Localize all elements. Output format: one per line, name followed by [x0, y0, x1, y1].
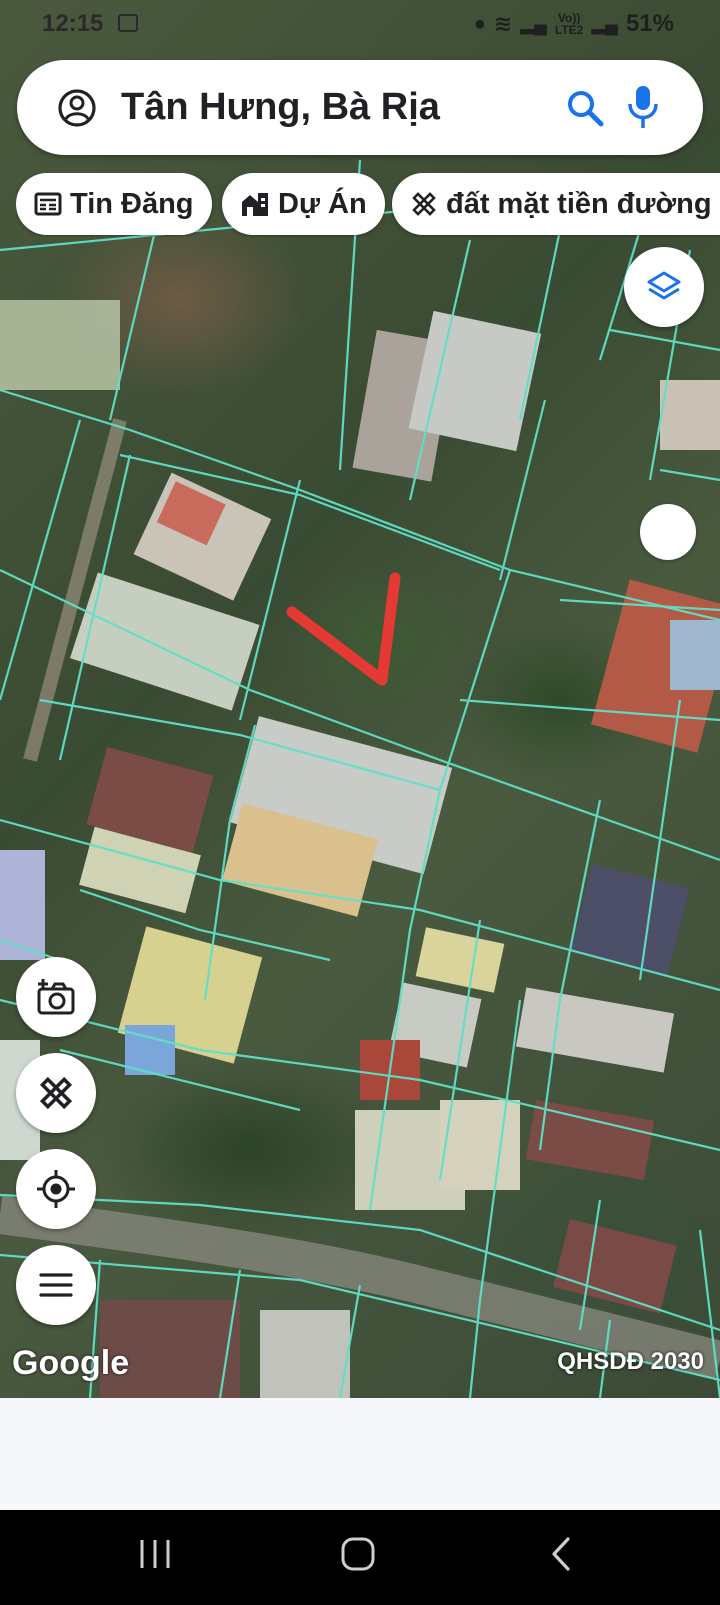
- ruler-pencil-icon: [39, 1076, 73, 1110]
- home-icon[interactable]: [338, 1534, 378, 1574]
- chip-label: Dự Án: [278, 187, 367, 220]
- chip-tin-dang[interactable]: Tin Đăng: [16, 173, 212, 235]
- wifi-icon: ≋: [493, 11, 513, 36]
- chip-dat-mat-tien[interactable]: đất mặt tiền đường s: [392, 173, 720, 235]
- search-icon[interactable]: [565, 88, 605, 128]
- status-bar: 12:15 ● ≋ ▂▄ Vo)) LTE2 ▂▄ 51%: [0, 0, 720, 48]
- ruler-pencil-icon: [412, 192, 436, 216]
- signal-icon-2: ▂▄: [591, 13, 618, 34]
- my-location-icon: [37, 1170, 75, 1208]
- account-icon[interactable]: [57, 88, 97, 128]
- bottom-panel: [0, 1398, 720, 1510]
- newspaper-icon: [34, 192, 62, 216]
- search-query[interactable]: Tân Hưng, Bà Rịa: [121, 86, 440, 129]
- google-attribution: Google: [12, 1344, 130, 1382]
- buildings-icon: [242, 193, 268, 216]
- check-mark-annotation: [286, 572, 401, 686]
- measure-button[interactable]: [16, 1053, 96, 1133]
- status-indicators: ● ≋ ▂▄ Vo)) LTE2 ▂▄ 51%: [474, 10, 674, 38]
- camera-add-button[interactable]: [16, 957, 96, 1037]
- system-navigation-bar: [0, 1510, 720, 1605]
- chip-label: Tin Đăng: [70, 187, 194, 220]
- filter-chips: Tin Đăng Dự Án đất mặt tiền đường s: [16, 173, 720, 237]
- my-location-button[interactable]: [16, 1149, 96, 1229]
- status-time: 12:15: [42, 10, 104, 37]
- battery-level: 51%: [625, 10, 674, 37]
- image-notification-icon: [118, 14, 138, 32]
- layers-icon: [647, 271, 681, 300]
- chip-label: đất mặt tiền đường s: [446, 187, 720, 220]
- hamburger-menu-icon: [39, 1273, 73, 1297]
- planning-layer-label: QHSDĐ 2030: [557, 1348, 704, 1375]
- map-scroll-handle[interactable]: [640, 504, 696, 560]
- layers-button[interactable]: [624, 247, 704, 327]
- network-type: Vo)) LTE2: [554, 11, 584, 37]
- chip-du-an[interactable]: Dự Án: [222, 173, 385, 235]
- microphone-icon[interactable]: [627, 84, 659, 130]
- menu-button[interactable]: [16, 1245, 96, 1325]
- signal-icon: ▂▄: [520, 13, 547, 34]
- recent-apps-icon[interactable]: [136, 1534, 174, 1574]
- back-icon[interactable]: [546, 1534, 576, 1574]
- location-icon: ●: [473, 12, 486, 35]
- camera-add-icon: [37, 979, 75, 1015]
- search-bar[interactable]: Tân Hưng, Bà Rịa: [17, 60, 703, 155]
